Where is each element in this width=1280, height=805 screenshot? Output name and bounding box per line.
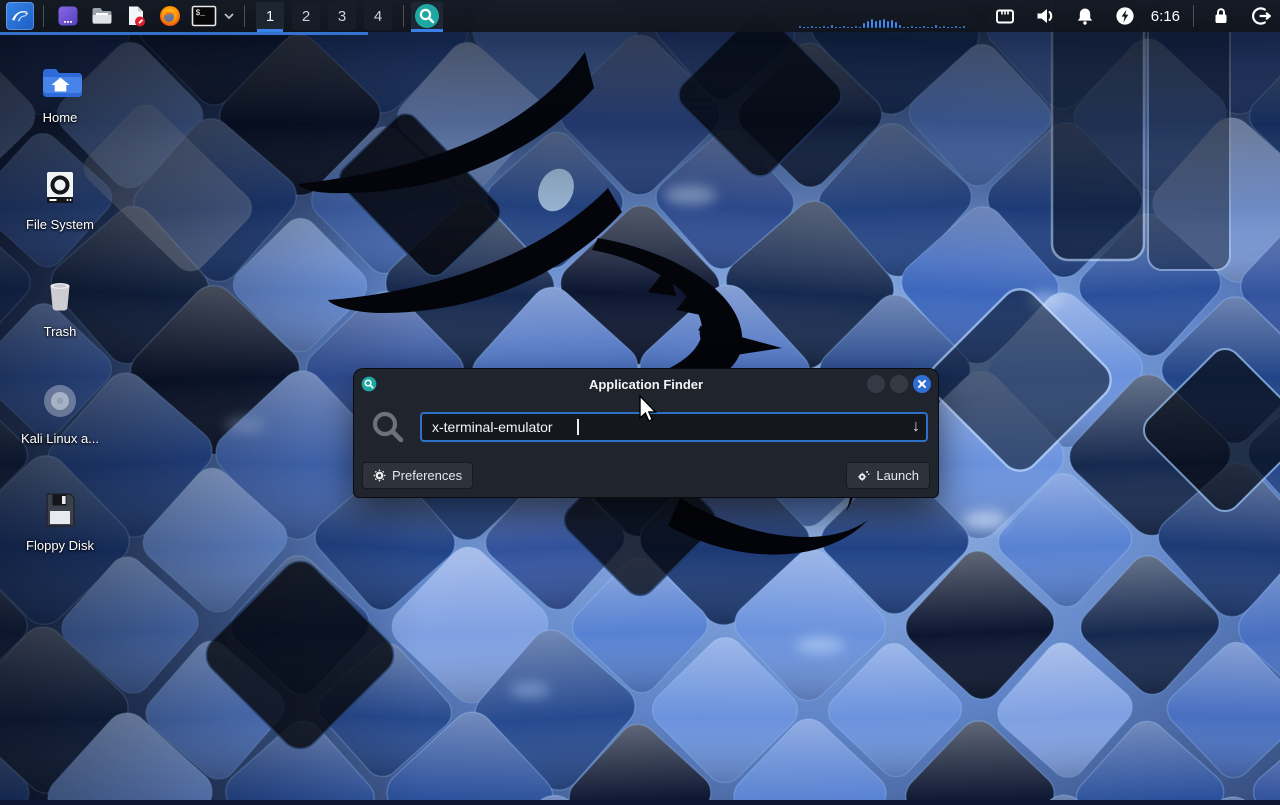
network-icon[interactable] xyxy=(994,5,1016,27)
desktop-icon-label: Trash xyxy=(12,324,108,339)
preferences-button[interactable]: Preferences xyxy=(362,462,473,489)
document-edit-icon xyxy=(124,4,148,28)
panel-activity-graph xyxy=(799,18,975,28)
volume-icon[interactable] xyxy=(1034,5,1056,27)
workspace-label: 3 xyxy=(338,8,346,25)
launch-button[interactable]: Launch xyxy=(846,462,930,489)
lock-icon[interactable] xyxy=(1210,5,1232,27)
workspace-label: 2 xyxy=(302,8,310,25)
panel-separator xyxy=(43,5,44,27)
kali-menu-button[interactable] xyxy=(6,2,34,30)
application-finder-window: Application Finder ↓ xyxy=(354,369,938,497)
desktop-icon-label: Home xyxy=(12,110,108,125)
workspace-label: 4 xyxy=(374,8,382,25)
workspace-2[interactable]: 2 xyxy=(292,2,320,30)
terminal-icon: $_ xyxy=(191,4,217,28)
desktop-icon-trash[interactable]: Trash xyxy=(12,274,108,339)
panel-separator xyxy=(244,5,245,27)
gear-icon xyxy=(373,469,386,482)
maximize-button[interactable] xyxy=(890,375,908,393)
terminal-launcher[interactable]: $_ xyxy=(190,2,218,30)
notifications-bell-icon[interactable] xyxy=(1074,5,1096,27)
magnifier-teal-icon xyxy=(414,3,440,29)
file-manager-launcher[interactable] xyxy=(88,2,116,30)
chevron-down-icon[interactable] xyxy=(223,12,235,20)
preferences-label: Preferences xyxy=(392,468,462,483)
desktop-icon-kali-linux[interactable]: Kali Linux a... xyxy=(12,381,108,446)
panel-separator xyxy=(1193,5,1194,27)
titlebar[interactable]: Application Finder xyxy=(354,369,938,399)
text-caret xyxy=(577,419,579,435)
desktop-icon-file-system[interactable]: File System xyxy=(12,167,108,232)
desktop-icon-label: File System xyxy=(12,217,108,232)
taskbar-application-finder[interactable] xyxy=(411,2,443,30)
arrow-down-icon[interactable]: ↓ xyxy=(912,416,920,438)
workspace-1[interactable]: 1 xyxy=(256,2,284,30)
desktop-icon-label: Kali Linux a... xyxy=(12,431,108,446)
floppy-disk-icon xyxy=(38,488,82,532)
launch-label: Launch xyxy=(876,468,919,483)
kali-dragon-icon xyxy=(9,5,31,27)
magnifier-grey-icon xyxy=(370,409,406,445)
desktop-icon-floppy-disk[interactable]: Floppy Disk xyxy=(12,488,108,553)
launch-icon xyxy=(857,469,870,482)
home-folder-icon xyxy=(38,60,82,104)
close-button[interactable] xyxy=(913,375,931,393)
trash-icon xyxy=(38,274,82,318)
minimize-button[interactable] xyxy=(867,375,885,393)
logout-icon[interactable] xyxy=(1250,5,1272,27)
text-editor-launcher[interactable] xyxy=(122,2,150,30)
clock[interactable]: 6:16 xyxy=(1151,8,1180,25)
purple-app-icon xyxy=(56,4,80,28)
search-input[interactable] xyxy=(420,412,928,442)
svg-text:$_: $_ xyxy=(196,9,206,18)
workspace-4[interactable]: 4 xyxy=(364,2,392,30)
panel-separator xyxy=(403,5,404,27)
window-title: Application Finder xyxy=(354,377,938,392)
top-panel: $_ 1 2 3 4 xyxy=(0,0,1280,32)
desktop-icon-home[interactable]: Home xyxy=(12,60,108,125)
close-icon xyxy=(917,379,927,389)
dashboard-launcher[interactable] xyxy=(54,2,82,30)
desktop-icon-label: Floppy Disk xyxy=(12,538,108,553)
disc-icon xyxy=(38,381,82,425)
firefox-icon xyxy=(158,4,182,28)
hard-drive-icon xyxy=(38,167,82,211)
power-icon[interactable] xyxy=(1114,5,1136,27)
workspace-3[interactable]: 3 xyxy=(328,2,356,30)
workspace-label: 1 xyxy=(266,8,274,25)
folder-icon xyxy=(90,4,114,28)
firefox-launcher[interactable] xyxy=(156,2,184,30)
